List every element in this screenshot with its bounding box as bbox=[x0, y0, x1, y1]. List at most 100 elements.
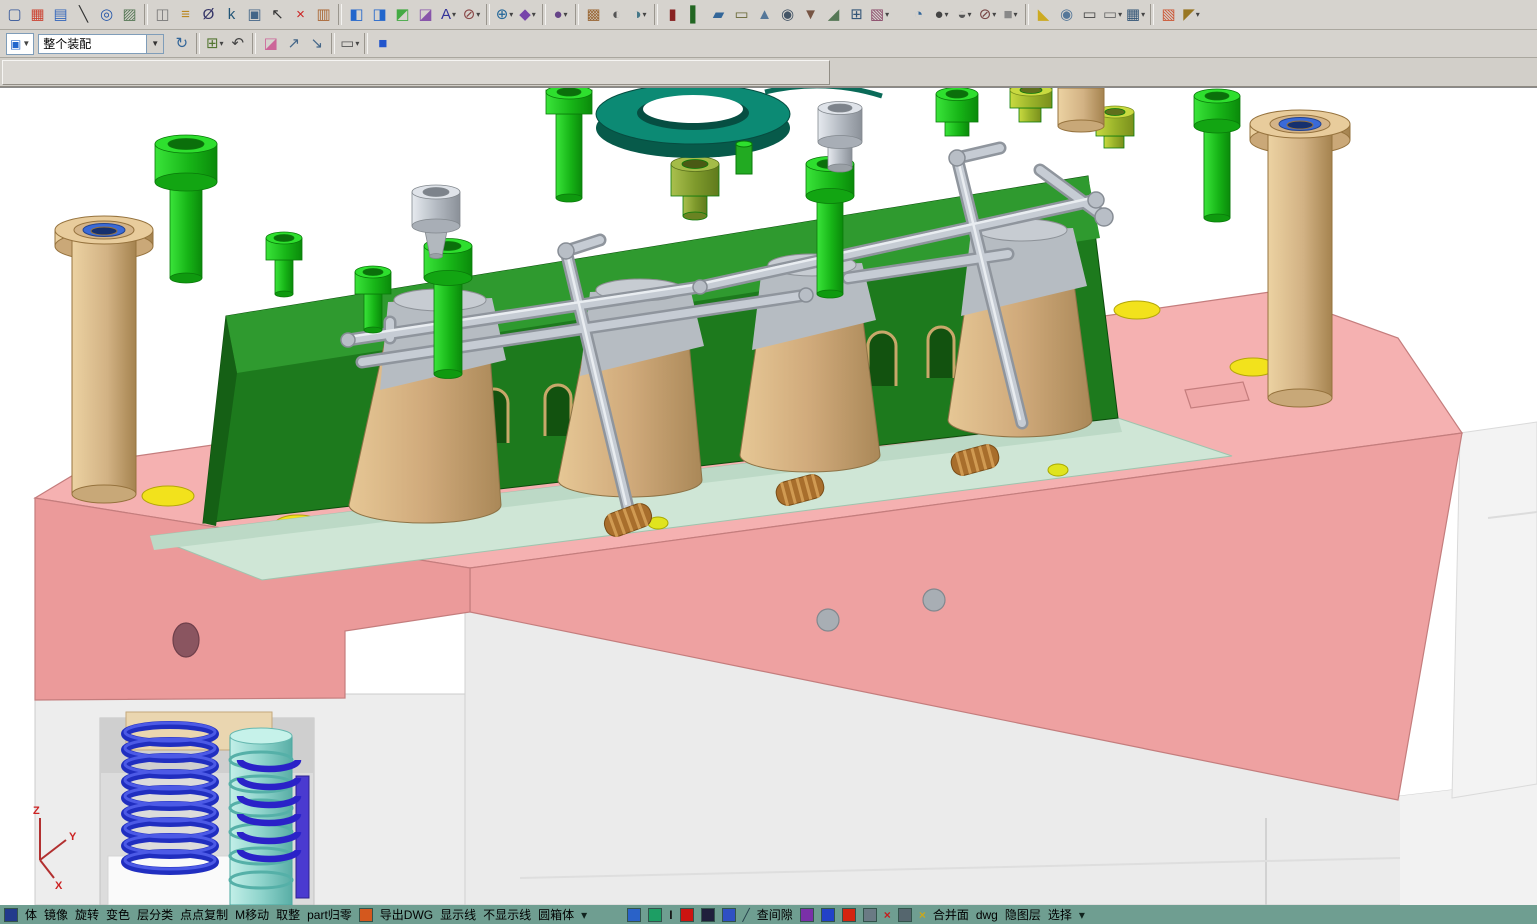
boolean-icon[interactable]: ◐ bbox=[605, 3, 628, 26]
arrow-select-icon[interactable]: ↖ bbox=[266, 3, 289, 26]
eraser-cube-icon[interactable]: ◪ bbox=[259, 32, 282, 55]
blend-icon[interactable]: ◑▾ bbox=[628, 3, 651, 26]
statusbar-command[interactable]: 取整 bbox=[276, 906, 300, 923]
combo-dropdown-button[interactable]: ▼ bbox=[146, 35, 163, 53]
dropdown-arrow-icon[interactable]: ▾ bbox=[945, 11, 949, 19]
hatch-tool-icon[interactable]: ▨ bbox=[118, 3, 141, 26]
blue-swatch-icon[interactable] bbox=[821, 908, 835, 922]
shaded-sphere-icon[interactable]: ◒▾ bbox=[953, 3, 976, 26]
datum-plane-icon[interactable]: ▮ bbox=[661, 3, 684, 26]
statusbar-command[interactable]: 镜像 bbox=[44, 906, 68, 923]
cap-screw-green[interactable] bbox=[266, 232, 302, 297]
curve-k-icon[interactable]: k bbox=[220, 3, 243, 26]
gray-box-icon[interactable]: ■▾ bbox=[999, 3, 1022, 26]
material-sphere-icon[interactable]: ●▾ bbox=[930, 3, 953, 26]
pattern-icon[interactable]: ▩ bbox=[582, 3, 605, 26]
sketch-pencil-icon[interactable]: ◣ bbox=[1032, 3, 1055, 26]
statusbar-command[interactable]: 显示线 bbox=[440, 906, 476, 923]
dimension-icon[interactable]: ⊘▾ bbox=[460, 3, 483, 26]
red-swatch-icon[interactable] bbox=[842, 908, 856, 922]
group-icon[interactable]: ◪ bbox=[414, 3, 437, 26]
selection-rect-icon[interactable]: ▭▾ bbox=[338, 32, 361, 55]
dropdown-arrow-icon[interactable]: ▾ bbox=[476, 11, 480, 19]
delete-red-x-icon[interactable]: × bbox=[884, 909, 891, 921]
export-dwg-icon[interactable] bbox=[359, 908, 373, 922]
dropdown-arrow-icon[interactable]: ▾ bbox=[452, 11, 456, 19]
annotation-a-icon[interactable]: A▾ bbox=[437, 3, 460, 26]
statusbar-command[interactable]: 点点复制 bbox=[180, 906, 228, 923]
slash-tool-icon[interactable]: ╱ bbox=[743, 909, 750, 921]
sheet-tool-icon[interactable]: ▥ bbox=[312, 3, 335, 26]
view-orient-icon[interactable]: ◆▾ bbox=[516, 3, 539, 26]
measure-icon[interactable]: ▭ bbox=[730, 3, 753, 26]
paste-feature-icon[interactable]: ◨ bbox=[368, 3, 391, 26]
plugin-app-icon[interactable] bbox=[4, 908, 18, 922]
cap-screw-green[interactable] bbox=[936, 88, 978, 136]
shaded-cube-icon[interactable]: ■ bbox=[371, 32, 394, 55]
statusbar-command[interactable]: 合并面 bbox=[933, 906, 969, 923]
mirror-tool-icon[interactable]: ◫ bbox=[151, 3, 174, 26]
viewport-3d[interactable]: Z Y X bbox=[0, 88, 1537, 905]
color-palette-icon[interactable]: ▦ bbox=[26, 3, 49, 26]
move-object-icon[interactable]: ↗ bbox=[282, 32, 305, 55]
dropdown-arrow-icon[interactable]: ▾ bbox=[968, 11, 972, 19]
cap-screw-yellow-green[interactable] bbox=[1010, 88, 1052, 122]
blue-layer-icon[interactable] bbox=[722, 908, 736, 922]
dropdown-arrow-icon[interactable]: ▾ bbox=[355, 40, 359, 48]
statusbar-command[interactable]: dwg bbox=[976, 908, 998, 922]
filter-type-combo[interactable]: ▣ ▼ bbox=[6, 33, 34, 55]
statusbar-command[interactable]: 导出DWG bbox=[380, 906, 433, 923]
diameter-tool-icon[interactable]: Ø bbox=[197, 3, 220, 26]
delete-tool-icon[interactable]: × bbox=[289, 3, 312, 26]
dropdown-arrow-icon[interactable]: ▾ bbox=[509, 11, 513, 19]
dropdown-arrow-icon[interactable]: ▾ bbox=[1141, 11, 1145, 19]
red-layer-icon[interactable] bbox=[680, 908, 694, 922]
statusbar-command[interactable]: 隐图层 bbox=[1005, 906, 1041, 923]
display-mode-icon[interactable]: ▢ bbox=[3, 3, 26, 26]
dropdown-arrow-icon[interactable]: ▾ bbox=[564, 11, 568, 19]
shaded-view-icon[interactable] bbox=[627, 908, 641, 922]
box-tool-icon[interactable]: ▣ bbox=[243, 3, 266, 26]
monitor-icon[interactable]: ▭ bbox=[1078, 3, 1101, 26]
statusbar-command[interactable]: 旋转 bbox=[75, 906, 99, 923]
history-clock-icon[interactable]: ◔ bbox=[907, 3, 930, 26]
statusbar-command[interactable]: 变色 bbox=[106, 906, 130, 923]
datum-axis-icon[interactable]: ▌ bbox=[684, 3, 707, 26]
cap-screw-green[interactable] bbox=[155, 135, 217, 283]
wcs-icon[interactable]: ⊕▾ bbox=[493, 3, 516, 26]
thread-icon[interactable]: ▼ bbox=[799, 3, 822, 26]
dropdown-arrow-icon[interactable]: ▾ bbox=[1014, 11, 1018, 19]
dropdown-arrow-icon[interactable]: ▾ bbox=[532, 11, 536, 19]
dropdown-arrow-icon[interactable]: ▾ bbox=[1196, 11, 1200, 19]
statusbar-command[interactable]: 层分类 bbox=[137, 906, 173, 923]
dropdown-arrow-icon[interactable]: ▾ bbox=[885, 11, 889, 19]
cap-screw-green[interactable] bbox=[546, 88, 592, 202]
undo-icon[interactable]: ↶ bbox=[226, 32, 249, 55]
statusbar-command[interactable]: 选择 bbox=[1048, 906, 1072, 923]
statusbar-command[interactable]: 圆箱体 bbox=[538, 906, 574, 923]
sphere-tool-icon[interactable]: ●▾ bbox=[549, 3, 572, 26]
dropdown-arrow-icon[interactable]: ▾ bbox=[643, 11, 647, 19]
graphics-window[interactable]: Z Y X bbox=[0, 87, 1537, 905]
extrude-icon[interactable]: ▲ bbox=[753, 3, 776, 26]
text-cursor-icon[interactable]: I bbox=[669, 909, 672, 921]
cap-screw-olive[interactable] bbox=[671, 157, 719, 221]
transform-icon[interactable]: ↘ bbox=[305, 32, 328, 55]
layer-settings-icon[interactable]: ▤ bbox=[49, 3, 72, 26]
statusbar-command[interactable]: 体 bbox=[25, 906, 37, 923]
gray-swatch-icon[interactable] bbox=[863, 908, 877, 922]
monitor-alt-icon[interactable]: ▭▾ bbox=[1101, 3, 1124, 26]
more-dropdown-icon[interactable]: ▾ bbox=[581, 909, 587, 921]
dropdown-arrow-icon[interactable]: ▾ bbox=[1118, 11, 1122, 19]
guide-pillar-partial[interactable] bbox=[1058, 88, 1104, 132]
dropdown-arrow-icon[interactable]: ▾ bbox=[220, 40, 224, 48]
grid-display-icon[interactable]: ⊞ bbox=[845, 3, 868, 26]
list-view-icon[interactable]: ≡ bbox=[174, 3, 197, 26]
notes-icon[interactable]: ▧▾ bbox=[868, 3, 891, 26]
cap-screw-green[interactable] bbox=[1194, 89, 1240, 222]
dropdown-arrow-icon[interactable]: ▾ bbox=[992, 11, 996, 19]
sprue-pin[interactable] bbox=[736, 144, 752, 174]
close-yellow-x-icon[interactable]: × bbox=[919, 909, 926, 921]
statusbar-command[interactable]: part归零 bbox=[307, 906, 352, 923]
suppress-icon[interactable]: ⊘▾ bbox=[976, 3, 999, 26]
